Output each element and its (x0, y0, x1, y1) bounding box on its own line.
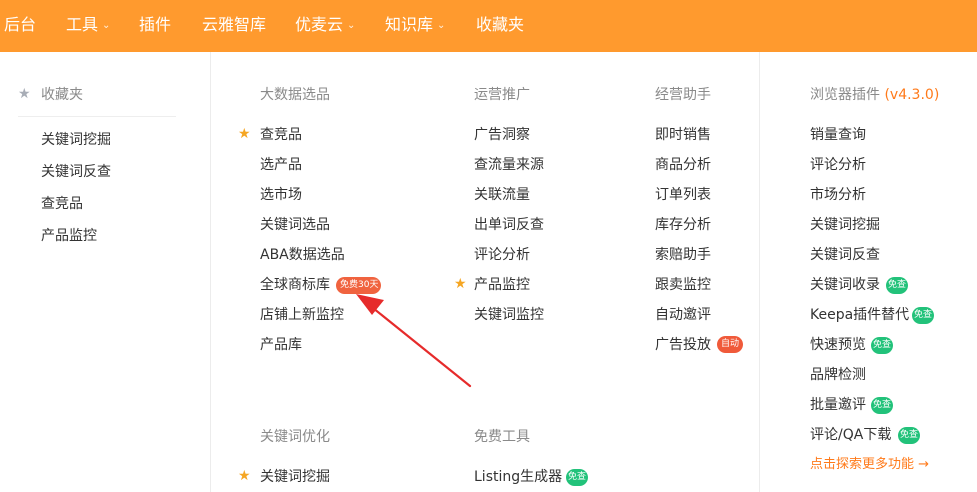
favorite-item[interactable]: 查竞品 (41, 195, 83, 213)
favorites-divider (18, 116, 176, 117)
free-badge: 免查 (871, 397, 893, 414)
nav-item-youmaiyun[interactable]: 优麦云 ⌄ (295, 15, 355, 36)
menu-item-keyword-monitor[interactable]: 关键词监控 (474, 306, 544, 324)
plugin-item-review-qa-download[interactable]: 评论/QA下载 (810, 426, 891, 444)
nav-item-yunya[interactable]: 云雅智库 (202, 15, 266, 35)
menu-item-related-traffic[interactable]: 关联流量 (474, 186, 530, 204)
free-badge: 免查 (898, 427, 920, 444)
star-icon[interactable]: ★ (238, 468, 251, 484)
menu-item-competitor[interactable]: 查竞品 (260, 126, 302, 144)
menu-item-instant-sales[interactable]: 即时销售 (655, 126, 711, 144)
menu-item-order-keyword[interactable]: 出单词反查 (474, 216, 544, 234)
plugin-item-quick-preview[interactable]: 快速预览 (810, 336, 866, 354)
menu-item-product-monitor[interactable]: 产品监控 (474, 276, 530, 294)
menu-item-listing-generator[interactable]: Listing生成器 (474, 468, 562, 486)
auto-badge: 自动 (717, 336, 743, 353)
plugin-item-batch-review[interactable]: 批量邀评 (810, 396, 866, 414)
bigdata-title: 大数据选品 (260, 87, 330, 103)
menu-item-select-product[interactable]: 选产品 (260, 156, 302, 174)
star-icon[interactable]: ★ (238, 126, 251, 142)
plugin-item-keepa[interactable]: Keepa插件替代 (810, 306, 909, 324)
menu-item-review-analysis[interactable]: 评论分析 (474, 246, 530, 264)
menu-item-product-library[interactable]: 产品库 (260, 336, 302, 354)
plugin-version: (v4.3.0) (884, 87, 940, 103)
plugin-item-market-analysis[interactable]: 市场分析 (810, 186, 866, 204)
favorite-item[interactable]: 产品监控 (41, 227, 97, 245)
column-divider (759, 52, 760, 492)
chevron-down-icon: ⌄ (102, 20, 111, 31)
free-badge: 免查 (871, 337, 893, 354)
star-icon: ★ (18, 86, 31, 102)
plugin-item-review-analysis[interactable]: 评论分析 (810, 156, 866, 174)
column-divider (210, 52, 211, 492)
nav-item-tools[interactable]: 工具 ⌄ (66, 15, 110, 36)
menu-item-claims[interactable]: 索赔助手 (655, 246, 711, 264)
favorite-item[interactable]: 关键词挖掘 (41, 131, 111, 149)
free-badge: 免查 (886, 277, 908, 294)
menu-item-product-analysis[interactable]: 商品分析 (655, 156, 711, 174)
menu-item-ad-insight[interactable]: 广告洞察 (474, 126, 530, 144)
nav-item-backend[interactable]: 后台 (4, 15, 36, 35)
nav-item-favorites[interactable]: 收藏夹 (476, 15, 524, 35)
plugin-title: 浏览器插件 (v4.3.0) (810, 87, 940, 103)
chevron-down-icon: ⌄ (347, 20, 356, 31)
plugin-item-brand-check[interactable]: 品牌检测 (810, 366, 866, 384)
plugin-item-keyword-index[interactable]: 关键词收录 (810, 276, 880, 294)
menu-item-ads[interactable]: 广告投放 (655, 336, 711, 354)
free-tools-title: 免费工具 (474, 429, 530, 445)
free-trial-badge: 免费30天 (336, 277, 381, 294)
free-badge: 免查 (566, 469, 588, 486)
assistant-title: 经营助手 (655, 87, 711, 103)
menu-item-hijack-monitor[interactable]: 跟卖监控 (655, 276, 711, 294)
menu-item-trademark[interactable]: 全球商标库 (260, 276, 330, 294)
menu-item-keyword-select[interactable]: 关键词选品 (260, 216, 330, 234)
operations-title: 运营推广 (474, 87, 530, 103)
chevron-down-icon: ⌄ (437, 20, 446, 31)
menu-item-select-market[interactable]: 选市场 (260, 186, 302, 204)
nav-item-knowledge[interactable]: 知识库 ⌄ (385, 15, 445, 36)
plugin-item-sales-query[interactable]: 销量查询 (810, 126, 866, 144)
nav-item-plugins[interactable]: 插件 (139, 15, 171, 35)
favorites-title: 收藏夹 (41, 87, 83, 103)
explore-more-link[interactable]: 点击探索更多功能 → (810, 456, 929, 474)
menu-item-aba-data[interactable]: ABA数据选品 (260, 246, 345, 264)
favorite-item[interactable]: 关键词反查 (41, 163, 111, 181)
menu-item-store-monitor[interactable]: 店铺上新监控 (260, 306, 344, 324)
menu-item-inventory[interactable]: 库存分析 (655, 216, 711, 234)
menu-item-order-list[interactable]: 订单列表 (655, 186, 711, 204)
plugin-item-keyword-mining[interactable]: 关键词挖掘 (810, 216, 880, 234)
menu-item-traffic-source[interactable]: 查流量来源 (474, 156, 544, 174)
keyword-opt-title: 关键词优化 (260, 429, 330, 445)
plugin-item-keyword-reverse[interactable]: 关键词反查 (810, 246, 880, 264)
menu-item-auto-review[interactable]: 自动邀评 (655, 306, 711, 324)
menu-item-keyword-mining[interactable]: 关键词挖掘 (260, 468, 330, 486)
free-badge: 免查 (912, 307, 934, 324)
star-icon[interactable]: ★ (454, 276, 467, 292)
